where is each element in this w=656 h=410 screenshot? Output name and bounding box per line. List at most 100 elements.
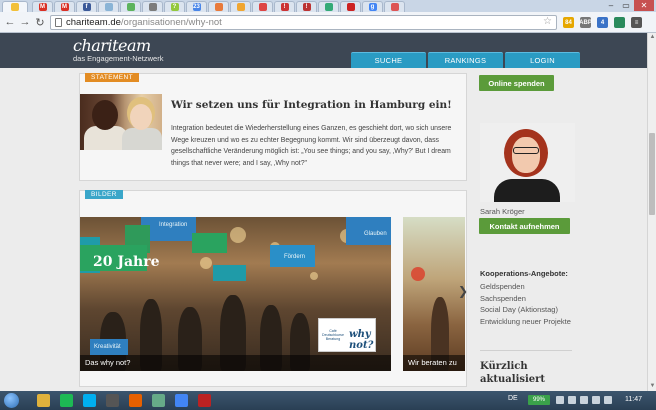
browser-tab[interactable]: M bbox=[54, 1, 75, 12]
skype-icon[interactable] bbox=[83, 394, 96, 407]
page-icon bbox=[324, 3, 333, 11]
close-icon[interactable]: ✕ bbox=[634, 0, 654, 11]
page-icon: ! bbox=[280, 3, 289, 11]
extension-icon[interactable]: 4 bbox=[597, 17, 608, 28]
volume-icon[interactable] bbox=[580, 396, 588, 404]
page-icon bbox=[390, 3, 399, 11]
browser-tab[interactable]: f bbox=[76, 1, 97, 12]
reload-icon[interactable]: ↻ bbox=[33, 15, 47, 29]
firefox-icon[interactable] bbox=[129, 394, 142, 407]
browser-tab[interactable] bbox=[384, 1, 405, 12]
extension-icon[interactable]: 84 bbox=[563, 17, 574, 28]
bookmark-star-icon[interactable]: ☆ bbox=[543, 16, 552, 27]
browser-tab[interactable] bbox=[252, 1, 273, 12]
contact-person-name: Sarah Kröger bbox=[480, 207, 525, 216]
site-header: chariteam das Engagement-Netzwerk SUCHE … bbox=[0, 33, 647, 68]
coop-item: Social Day (Aktionstag) bbox=[480, 305, 558, 314]
gmail-icon: M bbox=[38, 3, 47, 11]
calendar-icon: 23 bbox=[192, 3, 201, 11]
minimize-icon[interactable]: – bbox=[604, 0, 618, 11]
page-icon bbox=[148, 3, 157, 11]
cooperation-heading: Kooperations-Angebote: bbox=[480, 269, 568, 278]
browser-tab[interactable] bbox=[208, 1, 229, 12]
extension-icon[interactable]: ABP bbox=[579, 17, 592, 28]
browser-tab[interactable] bbox=[340, 1, 361, 12]
site-logo[interactable]: chariteam das Engagement-Netzwerk bbox=[73, 38, 164, 64]
tile-label-foerdern: Fördern bbox=[284, 254, 306, 260]
clock[interactable]: 11:47 bbox=[625, 396, 642, 403]
page-icon bbox=[55, 18, 62, 27]
filezilla-icon[interactable] bbox=[198, 394, 211, 407]
why-not-label: why not? bbox=[349, 329, 374, 351]
browser-tab[interactable]: M bbox=[32, 1, 53, 12]
page-scrollbar[interactable]: ▲ ▼ bbox=[647, 33, 656, 391]
page-icon: ! bbox=[302, 3, 311, 11]
tile-label-glauben: Glauben bbox=[364, 231, 387, 237]
nav-login[interactable]: LOGIN bbox=[505, 52, 580, 68]
app-icon[interactable] bbox=[106, 394, 119, 407]
app-icon[interactable] bbox=[152, 394, 165, 407]
coop-item: Sachspenden bbox=[480, 294, 526, 303]
coop-item: Geldspenden bbox=[480, 282, 525, 291]
spotify-icon[interactable] bbox=[60, 394, 73, 407]
nav-suche[interactable]: SUCHE bbox=[351, 52, 426, 68]
statement-title: Wir setzen uns für Integration in Hambur… bbox=[171, 99, 452, 111]
browser-tab[interactable] bbox=[142, 1, 163, 12]
recently-updated-heading: Kürzlich aktualisiert bbox=[480, 361, 546, 385]
scroll-thumb[interactable] bbox=[649, 133, 655, 215]
flag-icon[interactable] bbox=[604, 396, 612, 404]
page-icon bbox=[236, 3, 245, 11]
extension-icon[interactable] bbox=[614, 17, 625, 28]
browser-toolbar: ← → ↻ chariteam.de/organisationen/why-no… bbox=[0, 12, 656, 33]
start-button-icon[interactable] bbox=[4, 393, 19, 408]
browser-tab[interactable]: g bbox=[362, 1, 383, 12]
url-path: /organisationen/why-not bbox=[120, 17, 222, 28]
cafe-label: Café Deutschkurse Beratung bbox=[322, 329, 344, 342]
contact-button[interactable]: Kontakt aufnehmen bbox=[479, 218, 570, 234]
address-bar[interactable]: chariteam.de/organisationen/why-not ☆ bbox=[50, 15, 557, 30]
scroll-up-icon[interactable]: ▲ bbox=[648, 33, 656, 42]
chrome-icon[interactable] bbox=[175, 394, 188, 407]
page-icon bbox=[104, 3, 113, 11]
logo-tagline: das Engagement-Netzwerk bbox=[73, 54, 164, 63]
gallery-caption-2: Wir beraten zu bbox=[403, 355, 465, 371]
browser-tab[interactable] bbox=[120, 1, 141, 12]
browser-tab[interactable]: ! bbox=[274, 1, 295, 12]
language-indicator[interactable]: DE bbox=[508, 395, 518, 402]
back-icon[interactable]: ← bbox=[3, 15, 17, 29]
gallery-caption-1: Das why not? bbox=[80, 355, 391, 371]
page-icon bbox=[258, 3, 267, 11]
facebook-icon: f bbox=[82, 3, 91, 11]
gallery-next-image[interactable]: Wir beraten zu bbox=[403, 217, 465, 371]
tray-icon[interactable] bbox=[556, 396, 564, 404]
gallery-tag: BILDER bbox=[85, 190, 123, 199]
battery-indicator[interactable]: 99% bbox=[528, 395, 550, 405]
windows-explorer-icon[interactable] bbox=[37, 394, 50, 407]
scroll-down-icon[interactable]: ▼ bbox=[648, 382, 656, 391]
url-host: chariteam.de bbox=[66, 17, 121, 28]
browser-tab[interactable] bbox=[2, 1, 28, 12]
extension-icon[interactable]: ≡ bbox=[631, 17, 642, 28]
browser-tab[interactable]: ! bbox=[296, 1, 317, 12]
chevron-right-icon[interactable]: ❯ bbox=[458, 284, 468, 298]
browser-tab[interactable]: ? bbox=[164, 1, 185, 12]
gallery-hero-title: 20 Jahre bbox=[93, 254, 160, 270]
browser-tab[interactable] bbox=[318, 1, 339, 12]
tray-icon[interactable] bbox=[568, 396, 576, 404]
page-icon bbox=[346, 3, 355, 11]
browser-tab[interactable] bbox=[230, 1, 251, 12]
donate-button[interactable]: Online spenden bbox=[479, 75, 554, 91]
browser-tab[interactable]: 23 bbox=[186, 1, 207, 12]
network-icon[interactable] bbox=[592, 396, 600, 404]
contact-person-photo bbox=[480, 123, 575, 202]
statement-text: Integration bedeutet die Wiederherstellu… bbox=[171, 125, 452, 167]
page-icon bbox=[11, 3, 19, 11]
gallery-image[interactable]: Integration Glauben 20 Jahre Fördern Kre… bbox=[80, 217, 391, 371]
windows-taskbar: DE 99% 11:47 bbox=[0, 391, 656, 410]
nav-rankings[interactable]: RANKINGS bbox=[428, 52, 503, 68]
maximize-icon[interactable]: ▭ bbox=[619, 0, 633, 11]
forward-icon[interactable]: → bbox=[18, 15, 32, 29]
coop-item: Entwicklung neuer Projekte bbox=[480, 317, 571, 326]
google-icon: g bbox=[368, 3, 377, 11]
browser-tab[interactable] bbox=[98, 1, 119, 12]
